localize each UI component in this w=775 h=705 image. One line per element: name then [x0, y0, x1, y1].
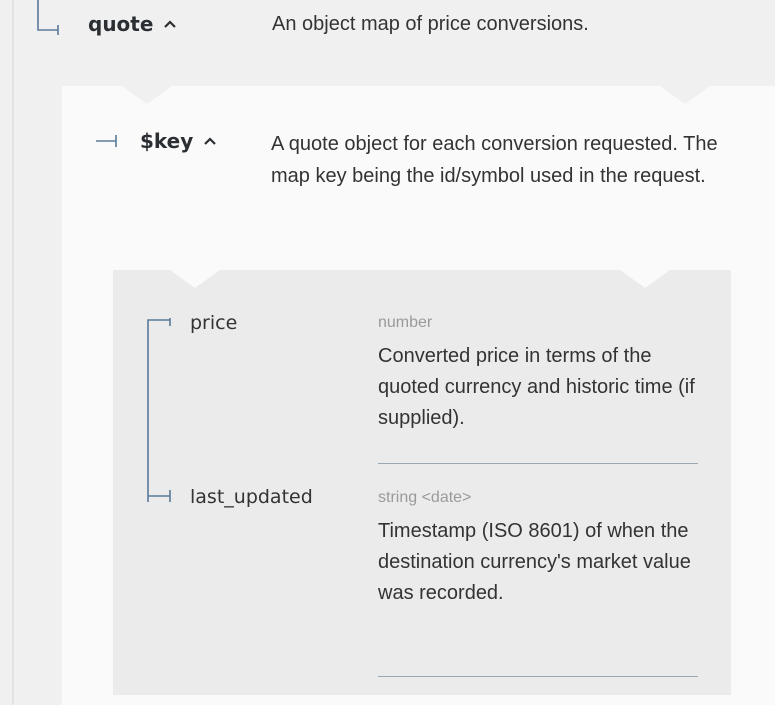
- panel-notch-right: [620, 270, 670, 288]
- field-type-last-updated: string <date>: [378, 489, 472, 506]
- property-quote-toggle[interactable]: quote: [88, 12, 177, 36]
- panel-notch-right: [660, 86, 710, 104]
- schema-viewer: quote An object map of price conversions…: [0, 0, 775, 705]
- panel-notch-left: [170, 270, 220, 288]
- property-description: An object map of price conversions.: [272, 13, 589, 35]
- property-name: $key: [140, 129, 194, 153]
- field-divider: [378, 676, 698, 677]
- property-name: quote: [88, 12, 154, 36]
- field-type-price: number: [378, 314, 433, 331]
- property-key-toggle[interactable]: $key: [140, 129, 217, 153]
- field-name-last-updated: last_updated: [190, 486, 313, 508]
- property-description: A quote object for each conversion reque…: [271, 133, 718, 187]
- field-name-price: price: [190, 312, 238, 334]
- field-description-last-updated: Timestamp (ISO 8601) of when the destina…: [378, 520, 691, 604]
- chevron-up-icon: [204, 137, 217, 145]
- panel-notch-left: [122, 86, 172, 104]
- field-description-price: Converted price in terms of the quoted c…: [378, 345, 695, 429]
- tree-guide-line: [12, 0, 14, 705]
- tree-bracket-icon: [147, 318, 171, 502]
- chevron-up-icon: [164, 20, 177, 28]
- tree-connector-icon: [96, 135, 117, 147]
- field-divider: [378, 463, 698, 464]
- tree-connector-icon: [37, 0, 59, 35]
